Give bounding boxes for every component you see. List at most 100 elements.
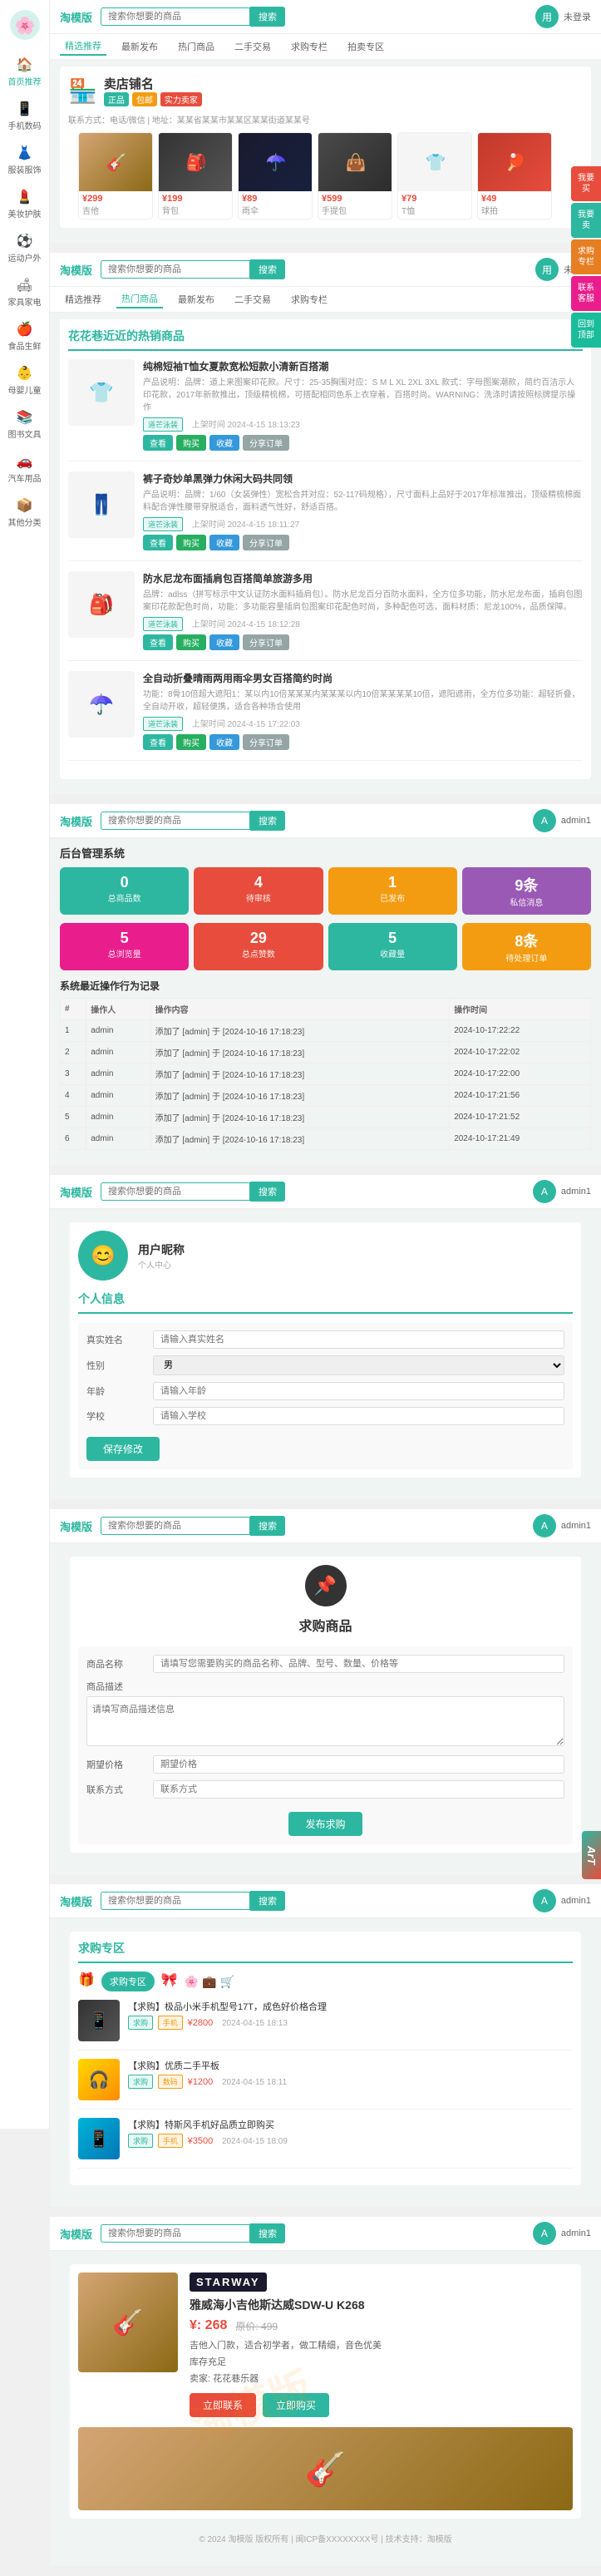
sidebar-item-beauty[interactable]: 💄美妆护肤 bbox=[5, 182, 45, 226]
sidebar-item-phone[interactable]: 📱手机数码 bbox=[5, 94, 45, 138]
fav-btn[interactable]: 收藏 bbox=[209, 634, 239, 650]
nav-tab-0[interactable]: 精选推荐 bbox=[60, 37, 106, 56]
search-button[interactable]: 搜索 bbox=[250, 7, 285, 27]
profile-submit-button[interactable]: 保存修改 bbox=[86, 1437, 160, 1461]
nav-tab-2-2[interactable]: 最新发布 bbox=[173, 291, 219, 308]
fav-btn[interactable]: 收藏 bbox=[209, 535, 239, 550]
wanted-title-1[interactable]: 【求购】优质二手平板 bbox=[128, 2059, 573, 2072]
cell-user: admin bbox=[86, 1063, 150, 1085]
share-btn[interactable]: 分享订单 bbox=[243, 734, 289, 750]
buy-now-button[interactable]: 立即购买 bbox=[263, 2393, 329, 2417]
form-select-gender[interactable]: 男 女 bbox=[153, 1355, 564, 1375]
wanted-button[interactable]: 求购专栏 bbox=[571, 239, 601, 274]
product-time: 上架时间 2024-4-15 18:13:23 bbox=[192, 421, 300, 430]
form-input-age[interactable] bbox=[153, 1382, 564, 1400]
nav-tab-2-0[interactable]: 精选推荐 bbox=[60, 291, 106, 308]
form-input-contact[interactable] bbox=[153, 1780, 564, 1799]
search-button-2[interactable]: 搜索 bbox=[250, 259, 285, 279]
product-list-content: 裤子奇妙单黑弹力休闲大码共同领 产品说明：品牌：1/60（女装弹性）宽松合并对应… bbox=[143, 471, 583, 550]
wanted-title-2[interactable]: 【求购】特斯风手机好品质立即购买 bbox=[128, 2118, 573, 2131]
sidebar-item-sports[interactable]: ⚽运动户外 bbox=[5, 226, 45, 270]
product-list-actions: 查看 购买 收藏 分享订单 bbox=[143, 634, 583, 650]
search-button-4[interactable]: 搜索 bbox=[250, 1182, 285, 1202]
search-input[interactable] bbox=[101, 7, 250, 26]
sidebar-item-other[interactable]: 📦其他分类 bbox=[5, 491, 45, 535]
sidebar-item-baby[interactable]: 👶母婴儿童 bbox=[5, 358, 45, 402]
search-input-2[interactable] bbox=[101, 260, 250, 279]
nav-tab-2-3[interactable]: 二手交易 bbox=[229, 291, 276, 308]
product-item[interactable]: 🎸 ¥299 吉他 bbox=[78, 132, 153, 220]
icon-3[interactable]: 🛒 bbox=[220, 1975, 234, 1989]
sidebar-item-books[interactable]: 📚图书文具 bbox=[5, 402, 45, 447]
nav-tab-1[interactable]: 最新发布 bbox=[116, 38, 163, 55]
product-item[interactable]: 👜 ¥599 手提包 bbox=[318, 132, 392, 220]
wanted-price-0: ¥2800 bbox=[188, 2018, 214, 2028]
share-btn[interactable]: 分享订单 bbox=[243, 634, 289, 650]
buy-request-submit-button[interactable]: 发布求购 bbox=[288, 1812, 362, 1836]
search-input-3[interactable] bbox=[101, 812, 250, 830]
nav-tab-5[interactable]: 拍卖专区 bbox=[342, 38, 389, 55]
nav-tab-2-1[interactable]: 热门商品 bbox=[116, 290, 163, 308]
view-btn[interactable]: 查看 bbox=[143, 435, 173, 451]
product-item[interactable]: 🎒 ¥199 背包 bbox=[158, 132, 233, 220]
view-btn[interactable]: 查看 bbox=[143, 734, 173, 750]
nav-tab-4[interactable]: 求购专栏 bbox=[286, 38, 333, 55]
contact-seller-button[interactable]: 立即联系 bbox=[190, 2393, 256, 2417]
nav-tab-2[interactable]: 热门商品 bbox=[173, 38, 219, 55]
nav-tab-3[interactable]: 二手交易 bbox=[229, 38, 276, 55]
buy-btn[interactable]: 购买 bbox=[176, 435, 206, 451]
sidebar-item-home[interactable]: 🏠首页推荐 bbox=[5, 50, 45, 94]
wanted-price-1: ¥1200 bbox=[188, 2077, 214, 2087]
top-button[interactable]: 回到顶部 bbox=[571, 313, 601, 348]
search-input-7[interactable] bbox=[101, 2224, 250, 2243]
product-item[interactable]: 👕 ¥79 T恤 bbox=[397, 132, 472, 220]
wanted-tab-0[interactable]: 求购专区 bbox=[101, 1971, 155, 1991]
header-logo: 淘模版 bbox=[60, 9, 92, 25]
art-badge[interactable]: ArT bbox=[582, 1831, 601, 1879]
search-input-4[interactable] bbox=[101, 1182, 250, 1201]
col-time: 操作时间 bbox=[450, 999, 591, 1020]
form-input-school[interactable] bbox=[153, 1407, 564, 1425]
search-input-5[interactable] bbox=[101, 1517, 250, 1535]
sidebar-item-food[interactable]: 🍎食品生鲜 bbox=[5, 314, 45, 358]
search-button-3[interactable]: 搜索 bbox=[250, 811, 285, 831]
form-textarea-desc[interactable] bbox=[86, 1696, 564, 1746]
wanted-title-0[interactable]: 【求购】极品小米手机型号17T，成色好价格合理 bbox=[128, 2000, 573, 2013]
share-btn[interactable]: 分享订单 bbox=[243, 435, 289, 451]
buy-btn[interactable]: 购买 bbox=[176, 535, 206, 550]
product-item[interactable]: 🏓 ¥49 球拍 bbox=[477, 132, 552, 220]
search-input-6[interactable] bbox=[101, 1892, 250, 1910]
fav-btn[interactable]: 收藏 bbox=[209, 734, 239, 750]
form-input-name[interactable] bbox=[153, 1330, 564, 1349]
contact-button[interactable]: 联系客服 bbox=[571, 276, 601, 311]
product-list-meta: 道芒泳装 上架时间 2024-4-15 18:11:27 bbox=[143, 517, 583, 531]
search-button-5[interactable]: 搜索 bbox=[250, 1516, 285, 1536]
form-input-price[interactable] bbox=[153, 1755, 564, 1774]
icon-1[interactable]: 🌸 bbox=[185, 1975, 199, 1989]
buy-button[interactable]: 我要买 bbox=[571, 166, 601, 201]
icon-2[interactable]: 💼 bbox=[202, 1975, 216, 1989]
sidebar: 🌸 🏠首页推荐📱手机数码👗服装服饰💄美妆护肤⚽运动户外🛋家具家电🍎食品生鲜👶母婴… bbox=[0, 0, 50, 2129]
sidebar-item-furniture[interactable]: 🛋家具家电 bbox=[5, 270, 45, 314]
wanted-tabs: 🎁 求购专区 🎀 🌸 💼 🛒 bbox=[78, 1971, 573, 1991]
view-btn[interactable]: 查看 bbox=[143, 634, 173, 650]
site-logo[interactable]: 🌸 bbox=[8, 8, 42, 42]
search-button-6[interactable]: 搜索 bbox=[250, 1891, 285, 1911]
product-list-desc: 产品说明：品牌：1/60（女装弹性）宽松合并对应：52-117码规格），尺寸面料… bbox=[143, 489, 583, 514]
pd-seller: 卖家: 花花巷乐器 bbox=[190, 2371, 573, 2385]
view-btn[interactable]: 查看 bbox=[143, 535, 173, 550]
cell-time: 2024-10-17:21:56 bbox=[450, 1085, 591, 1107]
share-btn[interactable]: 分享订单 bbox=[243, 535, 289, 550]
buy-btn[interactable]: 购买 bbox=[176, 634, 206, 650]
product-item[interactable]: ☂️ ¥89 雨伞 bbox=[238, 132, 313, 220]
sidebar-item-clothes[interactable]: 👗服装服饰 bbox=[5, 138, 45, 182]
nav-tab-2-4[interactable]: 求购专栏 bbox=[286, 291, 333, 308]
search-button-7[interactable]: 搜索 bbox=[250, 2223, 285, 2243]
wanted-tab-icon-gift: 🎁 bbox=[78, 1971, 95, 1991]
sidebar-item-car[interactable]: 🚗汽车用品 bbox=[5, 447, 45, 491]
product-list-desc: 品牌：adlss（拼写标示中文认证防水面料插肩包）。防水尼龙百分百防水面料，全方… bbox=[143, 589, 583, 614]
fav-btn[interactable]: 收藏 bbox=[209, 435, 239, 451]
buy-btn[interactable]: 购买 bbox=[176, 734, 206, 750]
form-input-product-name[interactable] bbox=[153, 1655, 564, 1673]
sell-button[interactable]: 我要卖 bbox=[571, 203, 601, 238]
